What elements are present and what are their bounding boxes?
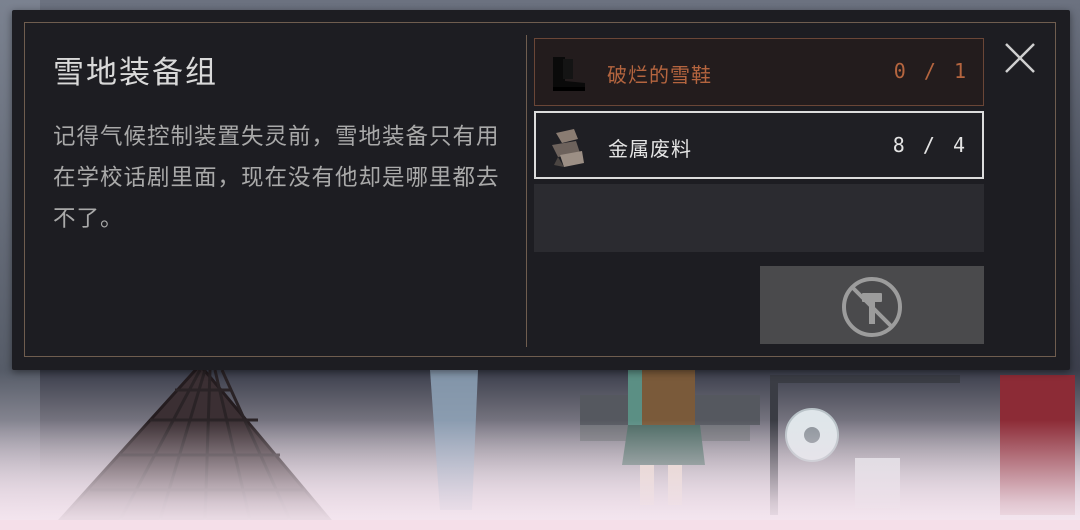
panel-divider (526, 35, 527, 347)
requirement-count: 0 / 1 (893, 59, 969, 83)
requirement-row-empty (534, 184, 984, 252)
requirement-name: 金属废料 (608, 137, 692, 161)
bottom-fade (0, 420, 1080, 530)
requirement-count: 8 / 4 (892, 133, 968, 157)
requirement-row-scrap-metal[interactable]: 金属废料 8 / 4 (534, 111, 984, 179)
scrap-metal-icon (552, 129, 584, 167)
snow-boots-icon (553, 57, 585, 91)
craft-button[interactable] (760, 266, 984, 344)
hammer-disabled-icon (842, 277, 902, 337)
requirement-name: 破烂的雪鞋 (607, 63, 712, 87)
requirement-row-snow-boots[interactable]: 破烂的雪鞋 0 / 1 (534, 38, 984, 106)
recipe-title: 雪地装备组 (53, 55, 218, 91)
close-icon[interactable] (1002, 40, 1038, 76)
recipe-description: 记得气候控制装置失灵前，雪地装备只有用在学校话剧里面，现在没有他却是哪里都去不了… (53, 124, 500, 232)
crafting-panel: 雪地装备组 记得气候控制装置失灵前，雪地装备只有用在学校话剧里面，现在没有他却是… (12, 10, 1070, 370)
bottom-strip (0, 520, 1080, 530)
